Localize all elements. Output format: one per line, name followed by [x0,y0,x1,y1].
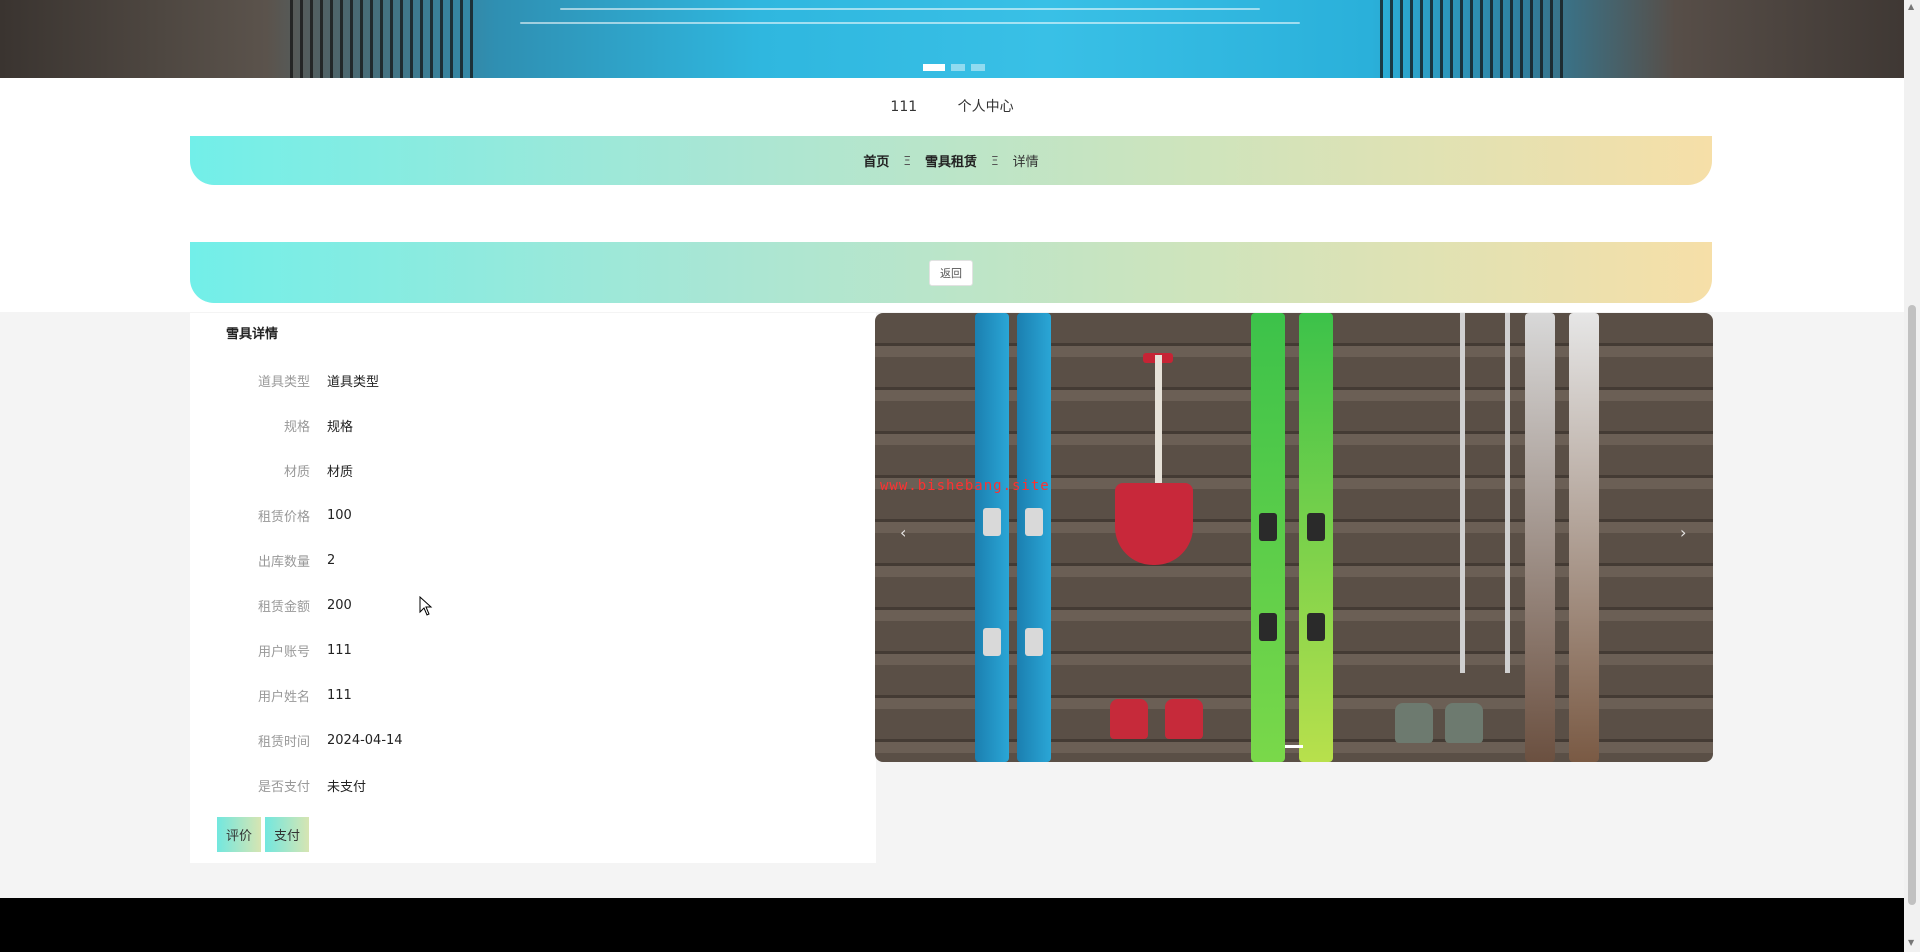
ski-boot [1395,703,1433,743]
banner-pool-line [520,22,1300,24]
ski-binding [1259,613,1277,641]
banner-dot[interactable] [951,64,965,71]
field-value: 道具类型 [327,374,380,390]
ski-binding [1025,628,1043,656]
detail-row: 租赁时间 2024-04-14 [190,730,876,750]
banner-railing [290,0,480,78]
shovel-blade [1115,483,1193,565]
breadcrumb-separator: Ξ [991,153,999,168]
ski-binding [1025,508,1043,536]
ski-boot [1445,703,1483,743]
ski-binding [983,508,1001,536]
field-label: 出库数量 [257,554,310,570]
banner-pool-line [560,8,1260,10]
review-button[interactable]: 评价 [217,817,261,852]
back-bar: 返回 [190,242,1712,303]
prev-image-arrow[interactable]: ‹ [900,523,906,542]
detail-row: 道具类型 道具类型 [190,370,876,390]
field-label: 道具类型 [257,374,310,390]
breadcrumb-category[interactable]: 雪具租赁 [925,151,977,170]
field-value: 2024-04-14 [327,732,403,748]
breadcrumb-separator: Ξ [903,153,911,168]
field-value: 111 [327,642,352,658]
footer [0,898,1904,952]
detail-row: 出库数量 2 [190,550,876,570]
personal-center-link[interactable]: 个人中心 [958,99,1014,115]
breadcrumb-home[interactable]: 首页 [863,151,889,170]
field-label: 用户姓名 [257,689,310,705]
product-image-carousel: www.bishebang.site ‹ › [875,313,1713,762]
detail-row: 用户账号 111 [190,640,876,660]
username-link[interactable]: 111 [890,99,917,115]
scroll-down-icon[interactable]: ▼ [1908,938,1914,947]
field-value: 100 [327,507,352,523]
field-label: 材质 [283,464,310,480]
field-value: 200 [327,597,352,613]
ski-binding [983,628,1001,656]
mouse-cursor-icon [419,596,433,616]
field-label: 规格 [283,419,310,435]
ski-binding [1307,513,1325,541]
field-value: 材质 [327,464,354,480]
watermark-text: www.bishebang.site [880,478,1050,494]
ski-image-part [1017,313,1051,762]
pay-button[interactable]: 支付 [265,817,309,852]
detail-row: 是否支付 未支付 [190,775,876,795]
detail-row: 规格 规格 [190,415,876,435]
ski-boot [1110,699,1148,739]
page-scrollbar[interactable]: ▲ ▼ [1904,0,1920,952]
ski-pole [1460,313,1465,673]
detail-title: 雪具详情 [226,327,279,342]
shovel-handle [1155,355,1162,485]
banner-dot[interactable] [923,64,945,71]
field-value: 111 [327,687,352,703]
ski-boot [1165,699,1203,739]
field-label: 用户账号 [257,644,310,660]
breadcrumb-current: 详情 [1012,155,1039,170]
field-value: 规格 [327,419,354,435]
ski-image-part [1525,313,1555,762]
next-image-arrow[interactable]: › [1680,523,1686,542]
top-banner-carousel [0,0,1904,78]
ski-image-part [975,313,1009,762]
ski-binding [1307,613,1325,641]
back-button[interactable]: 返回 [929,259,973,286]
field-value: 未支付 [327,779,367,795]
field-label: 租赁金额 [257,599,310,615]
field-label: 租赁价格 [257,509,310,525]
field-label: 是否支付 [257,779,310,795]
image-indicator[interactable] [1285,745,1303,748]
detail-row: 材质 材质 [190,460,876,480]
scroll-up-icon[interactable]: ▲ [1908,2,1914,11]
field-label: 租赁时间 [257,734,310,750]
banner-dot[interactable] [971,64,985,71]
scroll-thumb[interactable] [1908,305,1916,905]
detail-row: 用户姓名 111 [190,685,876,705]
ski-binding [1259,513,1277,541]
ski-pole [1505,313,1510,673]
detail-row: 租赁金额 200 [190,595,876,615]
field-value: 2 [327,552,336,568]
breadcrumb: 首页 Ξ 雪具租赁 Ξ 详情 [190,136,1712,185]
banner-railing [1380,0,1570,78]
detail-row: 租赁价格 100 [190,505,876,525]
user-menu: 111 个人中心 [0,96,1904,116]
ski-image-part [1569,313,1599,762]
banner-indicators [923,64,985,71]
